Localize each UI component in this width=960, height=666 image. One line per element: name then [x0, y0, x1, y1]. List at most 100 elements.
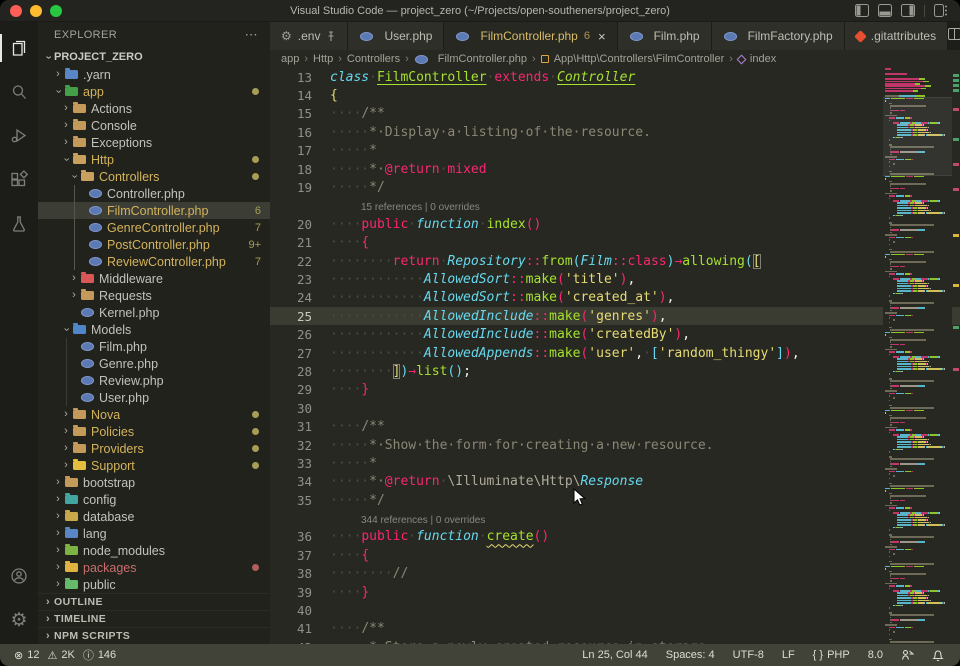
tree-item-middleware[interactable]: ›Middleware	[38, 270, 270, 287]
code-line-14[interactable]: 14{	[270, 86, 960, 104]
code-line-41[interactable]: 41····/**	[270, 620, 960, 638]
status-lf[interactable]: LF	[776, 649, 801, 661]
minimize-window-button[interactable]	[30, 5, 42, 17]
code-line-19[interactable]: 19·····*/	[270, 178, 960, 196]
code-line-31[interactable]: 31····/**	[270, 417, 960, 435]
code-line-37[interactable]: 37····{	[270, 546, 960, 564]
code-line-28[interactable]: 28········])→list();	[270, 362, 960, 380]
sidebar-section-timeline[interactable]: ›TIMELINE	[38, 610, 270, 627]
code-line-35[interactable]: 35·····*/	[270, 491, 960, 509]
customize-layout-icon[interactable]	[934, 4, 948, 17]
minimap-viewport[interactable]	[883, 97, 952, 175]
code-line-17[interactable]: 17·····*	[270, 142, 960, 160]
code-area[interactable]: 13class·FilmController·extends·Controlle…	[270, 68, 960, 644]
breadcrumb-item[interactable]: Http	[313, 53, 333, 65]
tree-item-node-modules[interactable]: ›node_modules	[38, 542, 270, 559]
tree-item-public[interactable]: ›public	[38, 576, 270, 593]
search-icon[interactable]	[0, 70, 38, 114]
explorer-icon[interactable]	[0, 26, 38, 70]
status-8-0[interactable]: 8.0	[862, 649, 889, 661]
status-spaces-4[interactable]: Spaces: 4	[660, 649, 721, 661]
tree-item-nova[interactable]: ›Nova	[38, 406, 270, 423]
toggle-sidebar-icon[interactable]	[855, 4, 869, 17]
tab--env[interactable]: ⚙.env	[270, 22, 348, 50]
tree-item-controllers[interactable]: ›Controllers	[38, 168, 270, 185]
code-line-24[interactable]: 24············AllowedSort::make('created…	[270, 289, 960, 307]
code-line-34[interactable]: 34·····*·@return·\Illuminate\Http\Respon…	[270, 473, 960, 491]
tree-item-models[interactable]: ›Models	[38, 321, 270, 338]
tree-item-policies[interactable]: ›Policies	[38, 423, 270, 440]
tree-item--yarn[interactable]: ›.yarn	[38, 66, 270, 83]
toggle-secondary-sidebar-icon[interactable]	[901, 4, 915, 17]
breadcrumb-item[interactable]: index	[750, 53, 776, 65]
code-line-16[interactable]: 16·····*·Display·a·listing·of·the·resour…	[270, 123, 960, 141]
tree-item-exceptions[interactable]: ›Exceptions	[38, 134, 270, 151]
code-line-42[interactable]: 42·····*·Store·a·newly·created·resource·…	[270, 638, 960, 644]
code-line-27[interactable]: 27············AllowedAppends::make('user…	[270, 344, 960, 362]
close-tab-icon[interactable]: ×	[598, 29, 606, 44]
tree-item-database[interactable]: ›database	[38, 508, 270, 525]
tree-item-kernel-php[interactable]: ›Kernel.php	[38, 304, 270, 321]
toggle-panel-icon[interactable]	[878, 4, 892, 17]
status-error[interactable]: ⊗12	[10, 649, 43, 662]
code-line-26[interactable]: 26············AllowedInclude::make('crea…	[270, 325, 960, 343]
code-line-21[interactable]: 21····{	[270, 234, 960, 252]
tree-item-genre-php[interactable]: ›Genre.php	[38, 355, 270, 372]
code-line-36[interactable]: 36····public·function·create()	[270, 528, 960, 546]
breadcrumb-item[interactable]: FilmController.php	[438, 53, 527, 65]
tab-user-php[interactable]: User.php	[348, 22, 444, 50]
tree-item-controller-php[interactable]: ›Controller.php	[38, 185, 270, 202]
code-line-13[interactable]: 13class·FilmController·extends·Controlle…	[270, 68, 960, 86]
run-debug-icon[interactable]	[0, 114, 38, 158]
status-utf-8[interactable]: UTF-8	[727, 649, 770, 661]
tree-item-actions[interactable]: ›Actions	[38, 100, 270, 117]
tree-item-http[interactable]: ›Http	[38, 151, 270, 168]
extensions-icon[interactable]	[0, 158, 38, 202]
tree-item-film-php[interactable]: ›Film.php	[38, 338, 270, 355]
tree-item-packages[interactable]: ›packages	[38, 559, 270, 576]
code-line-30[interactable]: 30	[270, 399, 960, 417]
sidebar-section-npm-scripts[interactable]: ›NPM SCRIPTS	[38, 627, 270, 644]
tab-film-php[interactable]: Film.php	[618, 22, 712, 50]
status-braces[interactable]: { }PHP	[807, 649, 856, 661]
tree-item-support[interactable]: ›Support	[38, 457, 270, 474]
status-bell-icon[interactable]	[926, 649, 950, 662]
codelens-label[interactable]: 15 references | 0 overrides	[270, 202, 480, 215]
status-ln-25-col-44[interactable]: Ln 25, Col 44	[576, 649, 653, 661]
minimap[interactable]	[883, 68, 952, 644]
tab-filmcontroller-php[interactable]: FilmController.php6×	[444, 22, 617, 50]
code-line-15[interactable]: 15····/**	[270, 105, 960, 123]
breadcrumb-item[interactable]: App\Http\Controllers\FilmController	[554, 53, 725, 65]
tree-item-genrecontroller-php[interactable]: ›GenreController.php7	[38, 219, 270, 236]
accounts-icon[interactable]	[0, 554, 38, 598]
tree-item-lang[interactable]: ›lang	[38, 525, 270, 542]
status-feedback-icon[interactable]	[895, 649, 920, 661]
code-line-25[interactable]: 25············AllowedInclude::make('genr…	[270, 307, 960, 325]
tree-item-filmcontroller-php[interactable]: ›FilmController.php6	[38, 202, 270, 219]
code-line-38[interactable]: 38········//	[270, 565, 960, 583]
codelens-label[interactable]: 344 references | 0 overrides	[270, 515, 485, 528]
tree-item-requests[interactable]: ›Requests	[38, 287, 270, 304]
maximize-window-button[interactable]	[50, 5, 62, 17]
code-line-40[interactable]: 40	[270, 601, 960, 619]
tree-item-postcontroller-php[interactable]: ›PostController.php9+	[38, 236, 270, 253]
status-info[interactable]: ⓘ146	[79, 647, 120, 663]
tree-item-review-php[interactable]: ›Review.php	[38, 372, 270, 389]
code-line-22[interactable]: 22········return·Repository::from(Film::…	[270, 252, 960, 270]
code-line-20[interactable]: 20····public·function·index()	[270, 215, 960, 233]
breadcrumb-item[interactable]: app	[281, 53, 299, 65]
code-line-39[interactable]: 39····}	[270, 583, 960, 601]
code-line-32[interactable]: 32·····*·Show·the·form·for·creating·a·ne…	[270, 436, 960, 454]
tree-item-user-php[interactable]: ›User.php	[38, 389, 270, 406]
code-line-33[interactable]: 33·····*	[270, 454, 960, 472]
settings-gear-icon[interactable]: ⚙	[0, 598, 38, 642]
status-warning[interactable]: ⚠2K	[43, 649, 78, 662]
tree-item-bootstrap[interactable]: ›bootstrap	[38, 474, 270, 491]
close-window-button[interactable]	[10, 5, 22, 17]
tree-item-config[interactable]: ›config	[38, 491, 270, 508]
project-root-folder[interactable]: › PROJECT_ZERO	[38, 48, 270, 66]
tab-filmfactory-php[interactable]: FilmFactory.php	[712, 22, 845, 50]
tree-item-app[interactable]: ›app	[38, 83, 270, 100]
tree-item-reviewcontroller-php[interactable]: ›ReviewController.php7	[38, 253, 270, 270]
sidebar-section-outline[interactable]: ›OUTLINE	[38, 593, 270, 610]
